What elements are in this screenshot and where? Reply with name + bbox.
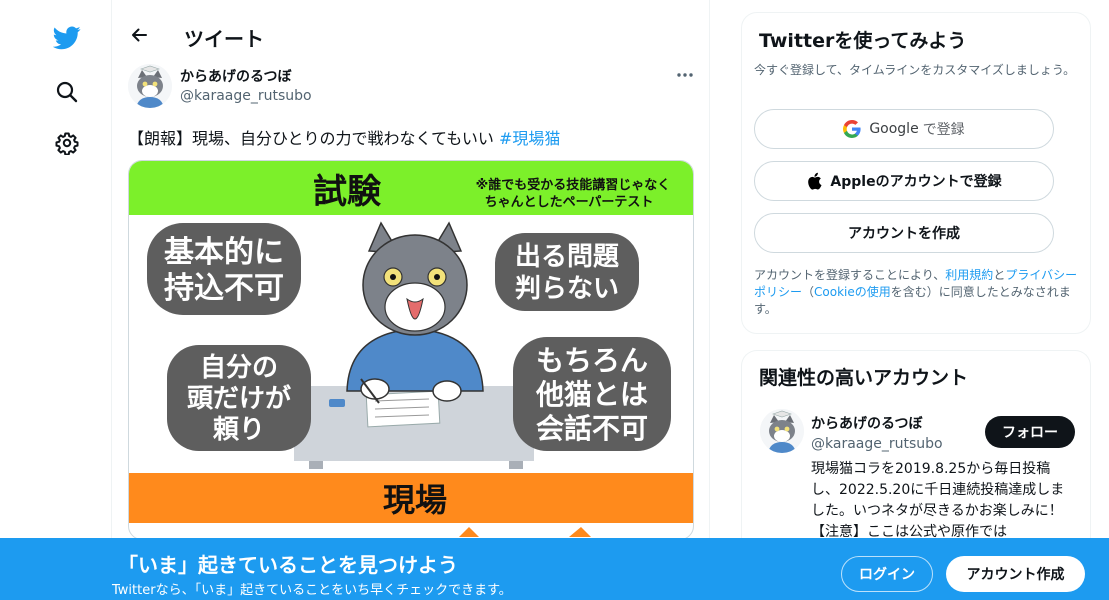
- tweet-media-image[interactable]: 試験 ※誰でも受かる技能講習じゃなく ちゃんとしたペーパーテスト 基本的に 持込…: [128, 160, 694, 540]
- search-icon[interactable]: [46, 71, 88, 113]
- band-bottom-label: 現場: [383, 481, 447, 519]
- bubble-rule-1: 基本的に 持込不可: [147, 223, 301, 315]
- bubble2-line2: 判らない: [515, 274, 619, 304]
- signup-card-title: Twitterを使ってみよう: [759, 30, 967, 52]
- author-handle[interactable]: @karaage_rutsubo: [180, 88, 312, 104]
- tweet-text: 【朗報】現場、自分ひとりの力で戦わなくてもいい #現場猫: [128, 125, 560, 149]
- bubble3-line1: 自分の: [200, 352, 278, 383]
- create-account-button[interactable]: アカウントを作成: [754, 213, 1054, 253]
- bubble4-line3: 会話不可: [536, 412, 648, 445]
- avatar[interactable]: [128, 64, 172, 108]
- legal-text: アカウントを登録することにより、利用規約とプライバシーポリシー（Cookieの使…: [754, 267, 1084, 318]
- suggested-account-handle[interactable]: @karaage_rutsubo: [811, 436, 943, 452]
- bubble-rule-3: 自分の 頭だけが 頼り: [167, 345, 311, 451]
- legal-paren: （: [802, 285, 815, 299]
- signup-card: Twitterを使ってみよう 今すぐ登録して、タイムラインをカスタマイズしましょ…: [741, 12, 1091, 334]
- related-card-title: 関連性の高いアカウント: [759, 367, 969, 389]
- bubble4-line1: もちろん: [536, 344, 648, 377]
- google-signup-button[interactable]: Google で登録: [754, 109, 1054, 149]
- band-top-label: 試験: [313, 172, 382, 212]
- google-label: Google: [869, 121, 919, 137]
- page: ツイート からあげのるつぼ @karaage_rutsubo 【朗報】現場、自分…: [0, 0, 1109, 600]
- follow-button[interactable]: フォロー: [985, 416, 1075, 448]
- terms-link[interactable]: 利用規約: [945, 268, 993, 282]
- apple-signup-button[interactable]: Appleのアカウントで登録: [754, 161, 1054, 201]
- bubble4-line2: 他猫とは: [535, 378, 648, 411]
- signup-banner: 「いま」起きていることを見つけよう Twitterなら、「いま」起きていることを…: [0, 538, 1109, 600]
- signup-card-subtitle: 今すぐ登録して、タイムラインをカスタマイズしましょう。: [754, 63, 1076, 77]
- account-bio: 現場猫コラを2019.8.25から毎日投稿し、2022.5.20に千日連続投稿達…: [811, 461, 1077, 540]
- hashtag-link[interactable]: #現場猫: [499, 129, 560, 148]
- apple-icon: [806, 172, 822, 190]
- back-arrow-icon[interactable]: [126, 22, 152, 48]
- google-suffix: で登録: [922, 122, 965, 138]
- google-icon: [843, 120, 861, 138]
- create-account-label: アカウントを作成: [848, 226, 960, 242]
- bubble-rule-4: もちろん 他猫とは 会話不可: [513, 337, 671, 451]
- tweet-body: 【朗報】現場、自分ひとりの力で戦わなくてもいい: [128, 129, 500, 148]
- bubble3-line2: 頭だけが: [187, 383, 291, 414]
- bubble-rule-2: 出る問題 判らない: [495, 233, 639, 311]
- suggested-account-name[interactable]: からあげのるつぼ: [811, 413, 922, 433]
- legal-prefix: アカウントを登録することにより、: [754, 268, 946, 282]
- bubble3-line3: 頼り: [213, 415, 265, 445]
- login-button[interactable]: ログイン: [841, 556, 933, 592]
- bubble2-line1: 出る問題: [515, 242, 620, 272]
- twitter-bird-icon[interactable]: [46, 17, 88, 59]
- left-nav: [0, 0, 112, 600]
- apple-label: Appleのアカウントで登録: [830, 174, 1002, 190]
- band-note-1: ※誰でも受かる技能講習じゃなく: [476, 177, 671, 193]
- bubble1-line1: 基本的に: [164, 235, 284, 270]
- cookie-link[interactable]: Cookieの使用: [814, 285, 891, 299]
- more-options-icon[interactable]: [674, 64, 696, 86]
- page-title: ツイート: [184, 27, 264, 51]
- bubble1-line2: 持込不可: [164, 271, 284, 306]
- author-name[interactable]: からあげのるつぼ: [180, 66, 291, 86]
- avatar[interactable]: [760, 409, 804, 453]
- tweet-column: ツイート からあげのるつぼ @karaage_rutsubo 【朗報】現場、自分…: [112, 0, 710, 600]
- tweet-header: ツイート: [112, 14, 710, 58]
- banner-title: 「いま」起きていることを見つけよう: [118, 553, 458, 577]
- banner-subtitle: Twitterなら、「いま」起きていることをいち早くチェックできます。: [112, 583, 512, 598]
- band-note-2: ちゃんとしたペーパーテスト: [485, 195, 654, 210]
- gear-icon[interactable]: [46, 122, 88, 164]
- legal-and: と: [993, 268, 1006, 282]
- signup-button[interactable]: アカウント作成: [946, 556, 1085, 592]
